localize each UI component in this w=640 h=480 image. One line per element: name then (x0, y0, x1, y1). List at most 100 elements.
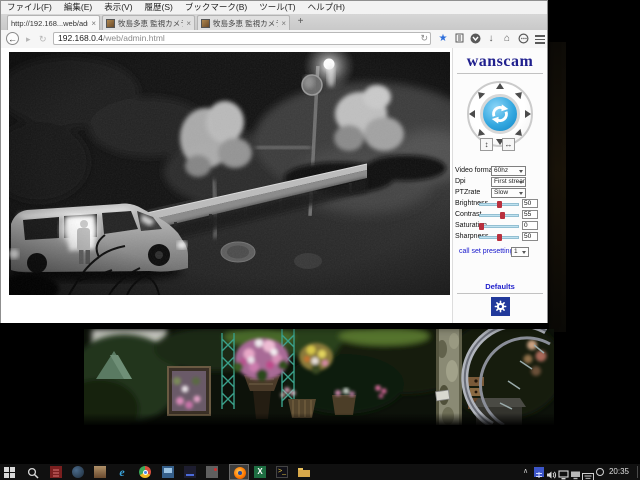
settings-gear-button[interactable] (491, 297, 510, 316)
excel-icon[interactable]: X (254, 466, 266, 478)
taskbar-clock[interactable]: 20:35 (604, 464, 634, 480)
saturation-value[interactable]: 0 (522, 221, 538, 230)
video-format-label: Video format (455, 167, 495, 174)
wanscam-logo: wanscam (453, 53, 547, 71)
chrome-icon[interactable] (139, 466, 151, 478)
preset-select[interactable]: 1 (511, 247, 529, 257)
url-path: /web/admin.html (103, 33, 165, 43)
tray-ime-icon[interactable] (534, 467, 544, 477)
saturation-slider[interactable] (479, 225, 519, 228)
taskbar-app-viewer[interactable] (206, 466, 218, 478)
menu-tools[interactable]: ツール(T) (253, 1, 301, 14)
navigation-bar: ← ▸ ↻ 192.168.0.4/web/admin.html ↻ ★ ↓ ⌂ (1, 30, 547, 49)
video-format-select[interactable]: 60hz (491, 166, 526, 176)
horizontal-patrol-button[interactable]: ↔ (502, 138, 515, 151)
video-format-value: 60hz (494, 167, 508, 174)
menu-help[interactable]: ヘルプ(H) (302, 1, 351, 14)
tray-volume-icon[interactable] (546, 467, 557, 477)
menu-history[interactable]: 履歴(S) (139, 1, 179, 14)
ptz-down-right-arrow[interactable] (515, 129, 525, 139)
tray-chevron-icon[interactable]: ∧ (523, 464, 528, 480)
menu-file[interactable]: ファイル(F) (1, 1, 58, 14)
tray-display-icon[interactable] (570, 467, 581, 477)
ptz-pad (467, 81, 533, 147)
sharpness-value[interactable]: 50 (522, 232, 538, 241)
page-content: wanscam (1, 48, 547, 323)
browser-window: ファイル(F) 編集(E) 表示(V) 履歴(S) ブックマーク(B) ツール(… (0, 0, 548, 323)
vertical-patrol-button[interactable]: ↕ (480, 138, 493, 151)
divider (457, 293, 543, 294)
forward-icon[interactable]: ▸ (26, 34, 31, 44)
taskbar-app-monitor[interactable] (162, 466, 174, 478)
brightness-value[interactable]: 50 (522, 199, 538, 208)
dpi-select[interactable]: First stream (491, 177, 526, 187)
hamburger-menu-icon[interactable] (534, 33, 546, 45)
wallpaper-garden-photo (84, 329, 554, 425)
url-field[interactable]: 192.168.0.4/web/admin.html ↻ (53, 32, 431, 45)
taskbar: e X >_ ∧ (0, 464, 640, 480)
internet-explorer-icon[interactable]: e (116, 466, 128, 478)
tab-camera-2[interactable]: 牧島多恵 監視カメラ H... × (102, 15, 195, 30)
library-icon[interactable] (453, 33, 465, 45)
ptz-right-arrow[interactable] (525, 110, 531, 118)
rotate-arrows-icon (489, 103, 511, 125)
ptzrate-label: PTZrate (455, 189, 480, 196)
ptz-up-right-arrow[interactable] (515, 89, 525, 99)
defaults-link[interactable]: Defaults (453, 282, 547, 291)
ptz-left-arrow[interactable] (469, 110, 475, 118)
ptz-up-left-arrow[interactable] (475, 89, 485, 99)
show-desktop-button[interactable] (637, 466, 638, 478)
tab-close-icon[interactable]: × (186, 19, 191, 28)
file-explorer-icon[interactable] (298, 466, 310, 478)
ptzrate-select[interactable]: Slow (491, 188, 526, 198)
page-actions-icon[interactable] (517, 33, 529, 45)
brightness-slider[interactable] (479, 203, 519, 206)
bookmark-star-icon[interactable]: ★ (437, 33, 449, 45)
taskbar-app-dev[interactable] (184, 466, 196, 478)
url-host: 192.168.0.4 (58, 33, 103, 43)
ptz-up-arrow[interactable] (496, 83, 504, 89)
slider-thumb[interactable] (500, 212, 505, 219)
console-icon[interactable]: >_ (276, 466, 288, 478)
tray-status-icon[interactable] (596, 468, 604, 476)
firefox-taskbar-active[interactable] (229, 464, 249, 480)
tray-keyboard-icon[interactable] (582, 468, 594, 476)
camera-video-feed (9, 52, 450, 295)
tab-camera-3[interactable]: 牧島多恵 監視カメラ H... × (197, 15, 290, 30)
contrast-slider[interactable] (479, 214, 519, 217)
call-set-presetting-link[interactable]: call set presetting (459, 248, 513, 255)
tab-close-icon[interactable]: × (281, 19, 286, 28)
sharpness-slider[interactable] (479, 236, 519, 239)
tray-network-icon[interactable] (558, 467, 569, 477)
menu-edit[interactable]: 編集(E) (58, 1, 98, 14)
taskbar-app-camera-viewer[interactable] (50, 466, 62, 478)
menu-view[interactable]: 表示(V) (98, 1, 138, 14)
taskbar-app-media[interactable] (94, 466, 106, 478)
slider-thumb[interactable] (497, 201, 502, 208)
divider (457, 73, 543, 74)
menu-bar: ファイル(F) 編集(E) 表示(V) 履歴(S) ブックマーク(B) ツール(… (1, 1, 547, 15)
field-reload-icon[interactable]: ↻ (420, 33, 428, 44)
start-button[interactable] (4, 466, 16, 479)
tab-admin-page[interactable]: http://192.168...web/admin.html × (7, 15, 100, 30)
tab-close-icon[interactable]: × (91, 19, 96, 28)
home-icon[interactable]: ⌂ (501, 33, 513, 45)
camera-control-panel: wanscam (453, 48, 547, 323)
menu-bookmarks[interactable]: ブックマーク(B) (179, 1, 253, 14)
search-icon[interactable] (27, 466, 39, 478)
back-button[interactable]: ← (6, 32, 19, 45)
downloads-icon[interactable]: ↓ (485, 33, 497, 45)
tab-bar: http://192.168...web/admin.html × 牧島多恵 監… (1, 14, 547, 30)
slider-thumb[interactable] (497, 234, 502, 241)
taskbar-app-round[interactable] (72, 466, 84, 478)
reload-icon[interactable]: ↻ (39, 34, 47, 44)
tab-favicon (106, 19, 115, 28)
pocket-icon[interactable] (469, 33, 481, 45)
ptz-center-rotate-button[interactable] (480, 94, 520, 134)
wallpaper-edge-strip (549, 42, 566, 332)
contrast-value[interactable]: 55 (522, 210, 538, 219)
new-tab-button[interactable]: + (293, 16, 308, 29)
tab-title: http://192.168...web/admin.html (11, 19, 88, 28)
slider-thumb[interactable] (479, 223, 484, 230)
ptzrate-value: Slow (494, 189, 508, 196)
